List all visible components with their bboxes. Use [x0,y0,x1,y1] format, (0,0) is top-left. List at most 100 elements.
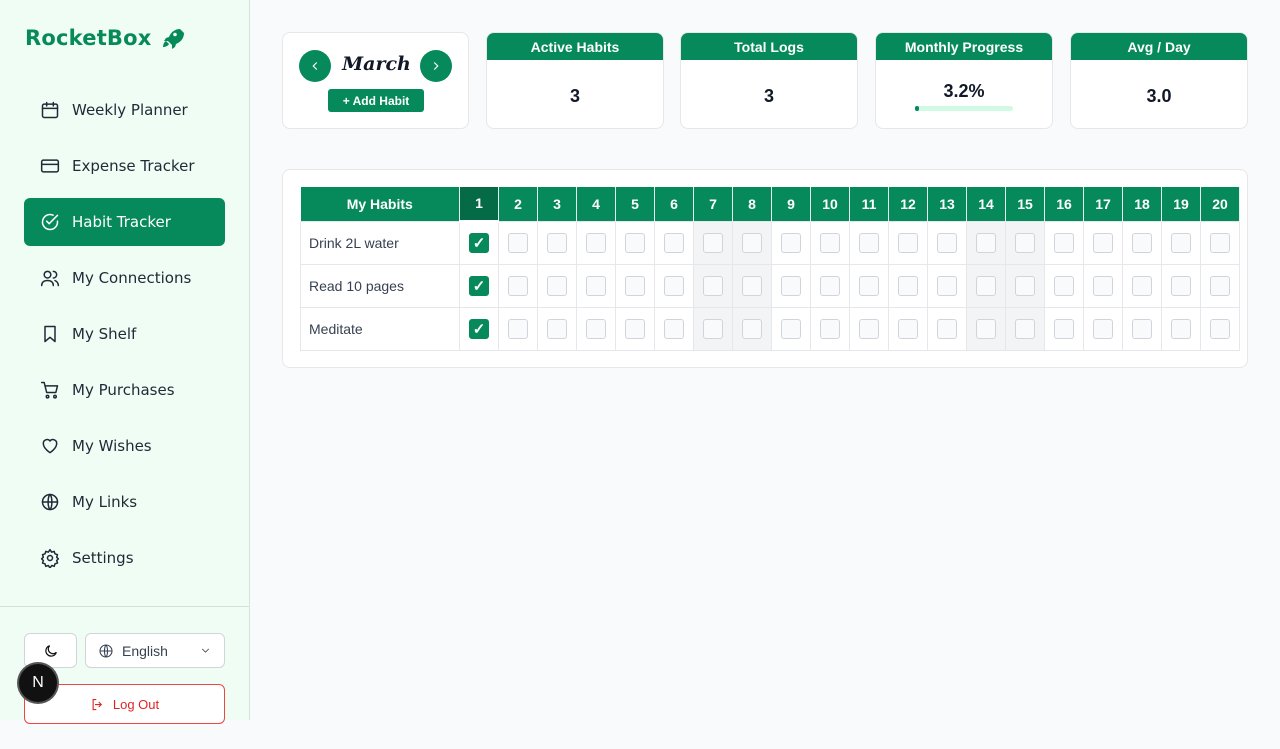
sidebar-item-label: Weekly Planner [72,101,188,119]
habit-checkbox[interactable] [976,318,996,339]
habit-checkbox[interactable] [625,275,645,296]
habit-checkbox[interactable] [1210,318,1230,339]
habit-checkbox[interactable] [1093,275,1113,296]
habit-checkbox[interactable] [1015,275,1035,296]
previous-month-button[interactable] [299,50,331,82]
day-cell [771,263,811,308]
day-cell [498,263,538,308]
habit-checkbox[interactable] [820,318,840,339]
day-cell [888,263,928,308]
dev-badge[interactable]: N [19,664,57,702]
habit-checkbox[interactable] [1054,232,1074,253]
habit-checkbox[interactable] [586,232,606,253]
day-column-header: 12 [888,187,928,221]
habit-checkbox[interactable] [664,232,684,253]
stat-total-logs: Total Logs 3 [680,32,858,129]
habit-checkbox[interactable] [1054,318,1074,339]
habit-checkbox[interactable] [742,318,762,339]
habit-checkbox[interactable] [703,318,723,339]
habit-checkbox[interactable] [664,318,684,339]
habit-checkbox[interactable] [937,275,957,296]
habit-checkbox[interactable] [898,232,918,253]
day-cell [615,220,655,265]
sidebar-item-my-connections[interactable]: My Connections [24,254,225,302]
habit-checkbox[interactable] [1171,318,1191,339]
habit-checkbox-checked[interactable]: ✓ [469,233,489,253]
current-month: March [342,53,411,75]
habit-checkbox[interactable] [742,275,762,296]
habit-checkbox[interactable] [1015,232,1035,253]
sidebar-item-settings[interactable]: Settings [24,534,225,582]
day-cell [1083,220,1123,265]
habit-checkbox[interactable] [547,232,567,253]
habit-checkbox[interactable] [820,232,840,253]
habit-checkbox[interactable] [1171,275,1191,296]
habit-checkbox[interactable] [937,318,957,339]
globe-icon [40,492,60,512]
habit-checkbox[interactable] [1210,232,1230,253]
habit-checkbox[interactable] [586,275,606,296]
habit-checkbox[interactable] [664,275,684,296]
sidebar-item-habit-tracker[interactable]: Habit Tracker [24,198,225,246]
habit-checkbox[interactable] [937,232,957,253]
habit-checkbox[interactable] [625,232,645,253]
stat-title: Active Habits [487,33,663,60]
habit-checkbox[interactable] [976,232,996,253]
habit-checkbox[interactable] [1054,275,1074,296]
habit-checkbox[interactable] [1132,232,1152,253]
sidebar-item-my-wishes[interactable]: My Wishes [24,422,225,470]
habit-checkbox[interactable] [976,275,996,296]
habit-checkbox[interactable] [547,318,567,339]
day-column-header: 11 [849,187,889,221]
day-cell [576,263,616,308]
habit-checkbox[interactable] [742,232,762,253]
habit-checkbox[interactable] [859,232,879,253]
habit-checkbox[interactable] [781,232,801,253]
habit-checkbox[interactable] [1132,318,1152,339]
habit-checkbox[interactable] [1210,275,1230,296]
habit-checkbox[interactable] [781,275,801,296]
sidebar-item-weekly-planner[interactable]: Weekly Planner [24,86,225,134]
sidebar-item-expense-tracker[interactable]: Expense Tracker [24,142,225,190]
habit-checkbox[interactable] [1171,232,1191,253]
habit-checkbox[interactable] [625,318,645,339]
habit-checkbox[interactable] [1093,318,1113,339]
language-select[interactable]: English [85,633,225,668]
habit-checkbox[interactable] [547,275,567,296]
day-column-header: 15 [1005,187,1045,221]
habit-checkbox[interactable] [703,232,723,253]
gear-icon [40,548,60,568]
habit-checkbox[interactable] [898,275,918,296]
habit-checkbox[interactable] [859,275,879,296]
habit-checkbox[interactable] [859,318,879,339]
logout-label: Log Out [112,696,160,712]
habit-checkbox[interactable] [820,275,840,296]
brand[interactable]: RocketBox [25,26,184,50]
habit-checkbox[interactable] [781,318,801,339]
day-cell [1122,220,1162,265]
habit-checkbox[interactable] [586,318,606,339]
add-habit-button[interactable]: + Add Habit [328,89,424,112]
day-column-header: 3 [537,187,577,221]
habit-grid-scroll[interactable]: My Habits 1 2 3 4 5 6 7 8 9 10 11 12 13 14 15 16 17 18 19 2… [300,187,1248,352]
habit-checkbox[interactable] [1093,232,1113,253]
sidebar-item-my-purchases[interactable]: My Purchases [24,366,225,414]
theme-toggle-button[interactable] [24,633,77,668]
habit-checkbox[interactable] [1015,318,1035,339]
next-month-button[interactable] [420,50,452,82]
day-column-header: 14 [966,187,1006,221]
sidebar-item-my-links[interactable]: My Links [24,478,225,526]
habit-checkbox[interactable] [703,275,723,296]
habit-checkbox-checked[interactable]: ✓ [469,318,489,339]
day-cell [810,220,850,265]
habit-checkbox[interactable] [898,318,918,339]
habit-checkbox[interactable] [508,275,528,296]
habit-checkbox[interactable] [1132,275,1152,296]
cart-icon [40,380,60,400]
habit-checkbox[interactable] [508,318,528,339]
day-cell [1005,220,1045,265]
habit-checkbox[interactable] [508,232,528,253]
habit-checkbox-checked[interactable]: ✓ [469,275,489,296]
sidebar-item-my-shelf[interactable]: My Shelf [24,310,225,358]
day-cell [1122,263,1162,308]
